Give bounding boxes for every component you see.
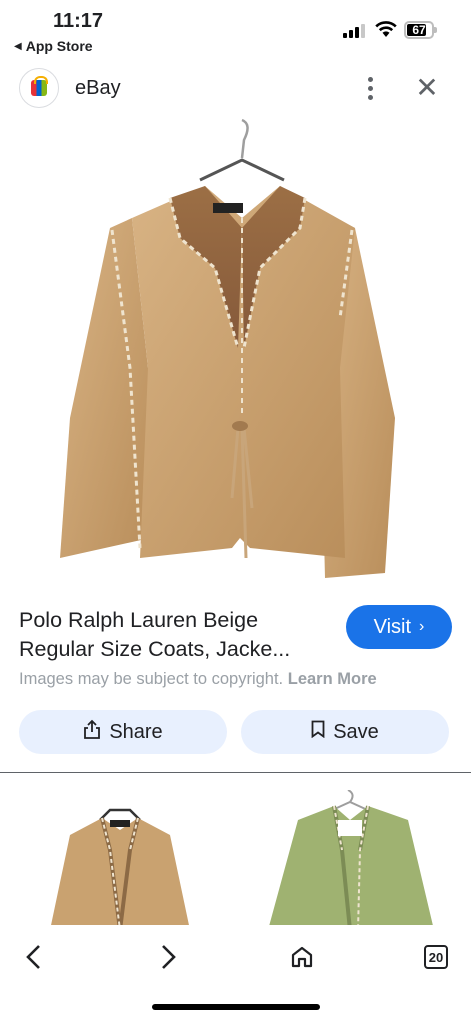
status-bar: 11:17 ◀ App Store 67 bbox=[0, 0, 471, 60]
related-image-tan-jacket[interactable] bbox=[40, 790, 200, 930]
more-options-icon[interactable] bbox=[358, 74, 382, 102]
back-app-label: App Store bbox=[25, 38, 93, 54]
wifi-icon bbox=[374, 20, 398, 43]
copyright-text: Images may be subject to copyright. bbox=[19, 670, 284, 688]
ebay-shopping-bag-icon bbox=[31, 76, 48, 96]
copyright-notice: Images may be subject to copyright. Lear… bbox=[19, 670, 377, 689]
home-indicator[interactable] bbox=[152, 1004, 320, 1010]
bottom-toolbar: 20 bbox=[0, 925, 471, 1020]
product-image[interactable] bbox=[0, 118, 471, 598]
chevron-right-icon: › bbox=[419, 618, 425, 635]
visit-label: Visit bbox=[373, 615, 412, 638]
source-logo[interactable] bbox=[19, 68, 59, 108]
home-icon[interactable] bbox=[282, 937, 322, 977]
learn-more-link[interactable]: Learn More bbox=[288, 670, 377, 688]
share-icon bbox=[83, 719, 101, 745]
back-triangle-icon: ◀ bbox=[14, 40, 22, 52]
save-label: Save bbox=[333, 720, 379, 743]
clock: 11:17 bbox=[53, 10, 104, 32]
tab-count: 20 bbox=[424, 945, 448, 969]
divider bbox=[0, 772, 471, 773]
related-image-green-jacket[interactable] bbox=[258, 790, 444, 930]
product-title-line-1: Polo Ralph Lauren Beige bbox=[19, 608, 259, 632]
cellular-signal-icon bbox=[343, 24, 365, 38]
share-label: Share bbox=[109, 720, 163, 743]
visit-button[interactable]: Visit › bbox=[346, 605, 452, 649]
product-title-line-2: Regular Size Coats, Jacke... bbox=[19, 637, 291, 661]
back-to-app-link[interactable]: ◀ App Store bbox=[14, 38, 93, 54]
source-name[interactable]: eBay bbox=[75, 77, 121, 100]
share-button[interactable]: Share bbox=[19, 710, 227, 754]
bookmark-icon bbox=[311, 720, 325, 744]
product-title[interactable]: Polo Ralph Lauren Beige Regular Size Coa… bbox=[19, 606, 329, 664]
save-button[interactable]: Save bbox=[241, 710, 449, 754]
tabs-button[interactable]: 20 bbox=[416, 937, 456, 977]
battery-percent: 67 bbox=[412, 23, 426, 37]
source-header: eBay ✕ bbox=[0, 66, 471, 112]
battery-icon: 67 bbox=[404, 21, 437, 39]
close-icon[interactable]: ✕ bbox=[412, 74, 442, 104]
back-arrow-icon[interactable] bbox=[14, 937, 54, 977]
forward-arrow-icon[interactable] bbox=[148, 937, 188, 977]
